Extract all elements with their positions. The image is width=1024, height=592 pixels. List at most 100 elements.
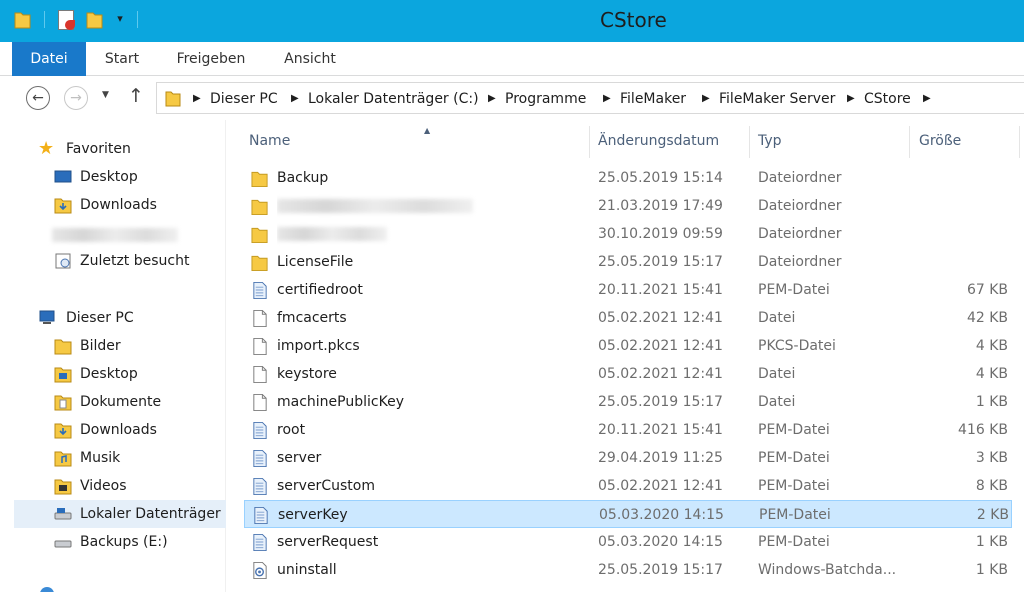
file-type: Datei	[758, 366, 796, 382]
column-header-date[interactable]: Änderungsdatum	[590, 126, 750, 158]
chevron-down-icon[interactable]: ▼	[102, 90, 109, 100]
downloads-folder-icon	[54, 423, 72, 439]
chevron-right-icon[interactable]: ▶	[847, 89, 855, 109]
documents-folder-icon	[54, 395, 72, 411]
file-date: 25.05.2019 15:14	[598, 170, 723, 186]
file-name	[277, 192, 587, 220]
table-row[interactable]: LicenseFile 25.05.2019 15:17 Dateiordner	[244, 248, 1012, 276]
table-row[interactable]: uninstall 25.05.2019 15:17 Windows-Batchda…	[244, 556, 1012, 584]
address-bar[interactable]: ▶ Dieser PC ▶ Lokaler Datenträger (C:) ▶…	[156, 82, 1024, 114]
file-size: 416 KB	[958, 422, 1008, 438]
chevron-right-icon[interactable]: ▶	[603, 89, 611, 109]
sidebar-label: Musik	[80, 450, 121, 466]
up-arrow-icon[interactable]: ↑	[128, 85, 144, 107]
table-row[interactable]: machinePublicKey 25.05.2019 15:17 Datei 1 K…	[244, 388, 1012, 416]
redacted-item	[52, 228, 178, 242]
file-icon	[253, 337, 267, 356]
pem-file-icon	[253, 533, 267, 552]
chevron-right-icon[interactable]: ▶	[923, 89, 931, 109]
pem-file-icon	[254, 506, 268, 525]
file-type: PKCS-Datei	[758, 338, 836, 354]
file-name	[277, 220, 587, 248]
table-row[interactable]: import.pkcs 05.02.2021 12:41 PKCS-Datei 4 K…	[244, 332, 1012, 360]
column-header-type[interactable]: Typ	[750, 126, 910, 158]
tab-start[interactable]: Start	[92, 42, 152, 76]
chevron-right-icon[interactable]: ▶	[193, 89, 201, 109]
sidebar-label: Downloads	[80, 197, 157, 213]
table-row[interactable]: 30.10.2019 09:59 Dateiordner	[244, 220, 1012, 248]
table-row[interactable]: serverRequest 05.03.2020 14:15 PEM-Datei 1 …	[244, 528, 1012, 556]
table-row[interactable]: root 20.11.2021 15:41 PEM-Datei 416 KB	[244, 416, 1012, 444]
sidebar-label: Lokaler Datenträger	[80, 506, 221, 522]
table-row[interactable]: keystore 05.02.2021 12:41 Datei 4 KB	[244, 360, 1012, 388]
column-header-label: Typ	[758, 133, 782, 149]
chevron-right-icon[interactable]: ▶	[291, 89, 299, 109]
file-type: Dateiordner	[758, 170, 842, 186]
file-date: 30.10.2019 09:59	[598, 226, 723, 242]
file-name: root	[277, 422, 306, 438]
folder-icon[interactable]	[14, 10, 31, 29]
ribbon: Datei Start Freigeben Ansicht	[0, 42, 1024, 76]
table-row[interactable]: serverKey 05.03.2020 14:15 PEM-Datei 2 KB	[244, 500, 1012, 528]
breadcrumb-cstore[interactable]: CStore	[864, 89, 911, 109]
column-header-label: Name	[249, 133, 291, 149]
tab-ansicht[interactable]: Ansicht	[270, 42, 350, 76]
file-type: Datei	[758, 310, 796, 326]
sidebar-item-network[interactable]	[40, 582, 60, 592]
videos-folder-icon	[54, 479, 72, 495]
pem-file-icon	[253, 449, 267, 468]
file-type: Windows-Batchda...	[758, 562, 897, 578]
column-header-size[interactable]: Größe	[910, 126, 1020, 158]
file-date: 05.02.2021 12:41	[598, 478, 723, 494]
properties-icon[interactable]	[58, 10, 75, 30]
table-row[interactable]: Backup 25.05.2019 15:14 Dateiordner	[244, 164, 1012, 192]
tab-freigeben[interactable]: Freigeben	[164, 42, 258, 76]
file-name: fmcacerts	[277, 310, 347, 326]
file-type: PEM-Datei	[758, 478, 830, 494]
breadcrumb-filemaker-server[interactable]: FileMaker Server	[719, 89, 835, 109]
new-folder-icon[interactable]	[86, 10, 103, 29]
file-type: Dateiordner	[758, 254, 842, 270]
breadcrumb-dieser-pc[interactable]: Dieser PC	[210, 89, 278, 109]
file-name: serverKey	[278, 507, 348, 523]
redacted-name	[277, 227, 387, 241]
customize-quick-access-icon[interactable]: ▾	[113, 10, 127, 28]
table-row[interactable]: certifiedroot 20.11.2021 15:41 PEM-Datei 67…	[244, 276, 1012, 304]
file-name: LicenseFile	[277, 254, 354, 270]
table-row[interactable]: server 29.04.2019 11:25 PEM-Datei 3 KB	[244, 444, 1012, 472]
column-header-label: Änderungsdatum	[598, 133, 720, 149]
column-header-label: Größe	[919, 133, 962, 149]
chevron-right-icon[interactable]: ▶	[488, 89, 496, 109]
sidebar-label: Videos	[80, 478, 127, 494]
file-type: PEM-Datei	[758, 282, 830, 298]
file-type: PEM-Datei	[759, 507, 831, 523]
quick-access-separator	[137, 11, 138, 28]
chevron-right-icon[interactable]: ▶	[702, 89, 710, 109]
table-row[interactable]: serverCustom 05.02.2021 12:41 PEM-Datei 8 K…	[244, 472, 1012, 500]
navigation-pane: ★ Favoriten Desktop Downloads Zuletzt be…	[0, 120, 226, 592]
table-row[interactable]: 21.03.2019 17:49 Dateiordner	[244, 192, 1012, 220]
table-row[interactable]: fmcacerts 05.02.2021 12:41 Datei 42 KB	[244, 304, 1012, 332]
breadcrumb-lokaler-datentraeger[interactable]: Lokaler Datenträger (C:)	[308, 89, 479, 109]
breadcrumb-filemaker[interactable]: FileMaker	[620, 89, 686, 109]
file-date: 05.02.2021 12:41	[598, 338, 723, 354]
file-size: 1 KB	[975, 562, 1008, 578]
breadcrumb-programme[interactable]: Programme	[505, 89, 586, 109]
downloads-folder-icon	[54, 198, 72, 214]
tab-datei[interactable]: Datei	[12, 42, 86, 76]
back-arrow-icon[interactable]: ←	[26, 86, 50, 110]
file-icon	[253, 393, 267, 412]
sidebar-label: Bilder	[80, 338, 121, 354]
file-name: Backup	[277, 170, 329, 186]
recent-places-icon	[55, 253, 71, 269]
forward-arrow-icon[interactable]: →	[64, 86, 88, 110]
column-header-name[interactable]: ▲ Name	[240, 126, 590, 158]
file-type: PEM-Datei	[758, 534, 830, 550]
file-date: 05.02.2021 12:41	[598, 366, 723, 382]
file-name: keystore	[277, 366, 337, 382]
drive-icon	[54, 508, 72, 520]
network-icon	[40, 587, 54, 592]
navigation-row: ← → ▼ ↑ ▶ Dieser PC ▶ Lokaler Datenträge…	[0, 76, 1024, 120]
file-list: ▲ Name Änderungsdatum Typ Größe Backup 25…	[226, 120, 1024, 592]
file-size: 4 KB	[975, 366, 1008, 382]
